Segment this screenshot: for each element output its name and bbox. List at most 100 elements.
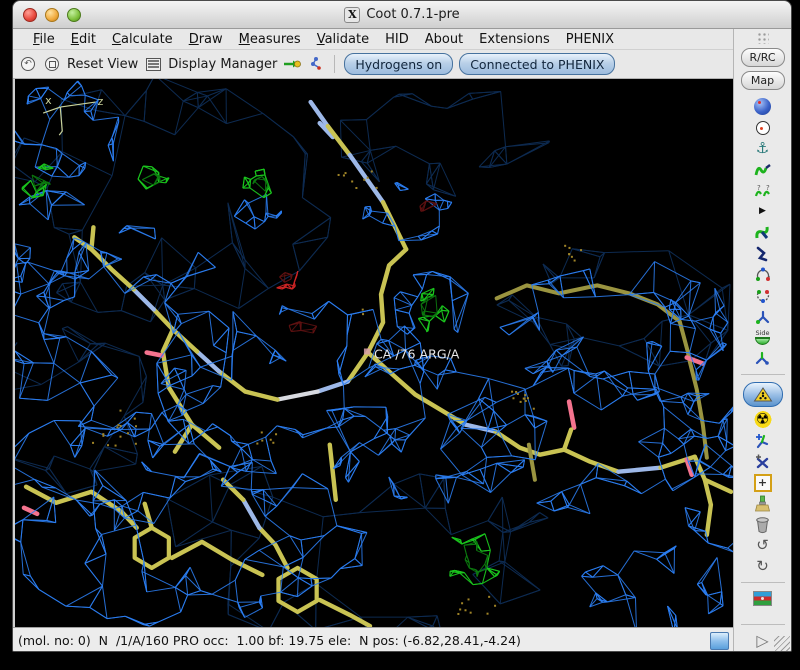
expand-tools-button[interactable]: ▶ <box>751 201 775 222</box>
run-button[interactable]: ▷ <box>751 630 775 651</box>
rrc-button[interactable]: R/RC <box>740 48 785 67</box>
rotate-zone-button[interactable] <box>751 285 775 306</box>
minimize-button[interactable] <box>45 7 59 22</box>
radiation-icon: ☢ <box>755 410 770 428</box>
molecule-icon <box>311 57 322 70</box>
side-180-icon: Side <box>755 330 770 345</box>
menu-file[interactable]: File <box>25 32 63 47</box>
svg-text:?: ? <box>757 184 761 192</box>
coot-window: X Coot 0.7.1-pre File Edit Calculate Dra… <box>12 0 792 652</box>
refine-squiggle-icon <box>754 163 771 175</box>
menu-edit[interactable]: Edit <box>63 32 104 47</box>
add-alt-conf-button[interactable] <box>751 451 775 472</box>
rotate-translate-button[interactable] <box>751 264 775 285</box>
model-tools-stack: ⚓ ? ? ▶ Side ☢ + ↺ ↻ <box>734 96 791 609</box>
map-button[interactable]: Map <box>740 71 785 90</box>
record-dot-icon <box>45 57 59 71</box>
zoom-button[interactable] <box>67 7 81 22</box>
rotamers-button[interactable]: ? ? <box>751 180 775 201</box>
menu-measures[interactable]: Measures <box>231 32 309 47</box>
play-outline-icon: ▷ <box>756 630 769 650</box>
panel-grip-handle[interactable] <box>756 32 769 44</box>
hydrogens-toggle-button[interactable]: Hydrogens on <box>344 53 454 75</box>
x11-icon: X <box>344 6 361 23</box>
mutate-brush-button[interactable] <box>751 493 775 514</box>
undo-button[interactable]: ↺ <box>751 535 775 556</box>
window-resize-grip[interactable] <box>774 636 790 651</box>
axis-x-label: x <box>45 94 52 107</box>
back-view-button[interactable]: ↶ <box>19 55 37 73</box>
flag-button[interactable] <box>751 588 775 609</box>
recenter-icon <box>755 120 770 135</box>
fragments-question-icon: ? ? <box>754 184 770 196</box>
menu-hid[interactable]: HID <box>377 32 417 47</box>
svg-text:?: ? <box>766 184 770 192</box>
right-toolbar-panel: R/RC Map ⚓ ? ? ▶ Side ☢ + ↺ ↻ ▷ <box>733 29 791 651</box>
jed-flip-button[interactable] <box>751 348 775 369</box>
globe-icon <box>754 98 771 115</box>
menu-calculate[interactable]: Calculate <box>104 32 181 47</box>
panel-separator <box>740 582 785 583</box>
auto-fit-rotamer-button[interactable] <box>751 222 775 243</box>
add-alt-conf-icon <box>756 454 769 469</box>
rotate-arrow-icon <box>755 267 770 281</box>
flip-sidechain-button[interactable] <box>751 306 775 327</box>
menu-validate[interactable]: Validate <box>309 32 377 47</box>
add-terminal-residue-button[interactable] <box>751 430 775 451</box>
redo-icon: ↻ <box>756 557 769 575</box>
graphics-canvas[interactable]: x z CA /76 ARG/A <box>13 79 733 627</box>
axis-z-label: z <box>97 95 103 108</box>
traffic-lights <box>23 1 81 28</box>
titlebar[interactable]: X Coot 0.7.1-pre <box>13 1 791 29</box>
panel-bottom-block: ▷ <box>734 619 791 651</box>
menu-extensions[interactable]: Extensions <box>471 32 558 47</box>
display-manager-button[interactable] <box>144 55 162 73</box>
menu-about[interactable]: About <box>417 32 471 47</box>
record-view-button[interactable] <box>43 55 61 73</box>
toolbar: ↶ Reset View Display Manager Hydrogens o… <box>13 50 733 79</box>
reset-view-button[interactable]: Reset View <box>67 57 138 72</box>
flip-molecule-icon <box>755 310 769 324</box>
panel-separator <box>740 374 785 375</box>
toolbar-separator <box>334 55 336 73</box>
add-terminal-icon <box>756 434 769 449</box>
redo-button[interactable]: ↻ <box>751 556 775 577</box>
phenix-connection-button[interactable]: Connected to PHENIX <box>459 53 616 75</box>
close-button[interactable] <box>23 7 37 22</box>
status-text: (mol. no: 0) N /1/A/160 PRO occ: 1.00 bf… <box>18 633 521 648</box>
menu-phenix[interactable]: PHENIX <box>558 32 622 47</box>
rotate-zone-icon <box>756 289 769 303</box>
anchor-button[interactable]: ⚓ <box>751 138 775 159</box>
display-manager-label-button[interactable]: Display Manager <box>168 57 277 72</box>
brush-icon <box>754 495 771 511</box>
chi-zigzag-icon <box>756 246 767 261</box>
recenter-button[interactable] <box>751 117 775 138</box>
statusbar: (mol. no: 0) N /1/A/160 PRO occ: 1.00 bf… <box>13 627 733 651</box>
delete-item-button[interactable] <box>751 514 775 535</box>
statusbar-blue-indicator[interactable] <box>710 631 729 650</box>
anchor-icon: ⚓ <box>755 139 770 157</box>
side-chain-180-button[interactable]: Side <box>751 327 775 348</box>
refinement-mode-button[interactable] <box>742 382 783 407</box>
window-title-wrap: X Coot 0.7.1-pre <box>344 6 460 23</box>
trash-icon <box>756 516 769 533</box>
atom-label: CA /76 ARG/A <box>374 347 460 362</box>
back-arrow-icon: ↶ <box>21 57 35 71</box>
panel-separator <box>740 624 785 625</box>
go-to-ligand-button[interactable] <box>283 55 302 73</box>
plus-box-icon: + <box>753 473 772 492</box>
green-arrow-icon <box>284 60 302 68</box>
undo-icon: ↺ <box>756 536 769 554</box>
menu-draw[interactable]: Draw <box>181 32 231 47</box>
real-space-refine-button[interactable] <box>751 159 775 180</box>
scene-svg: x z CA /76 ARG/A <box>15 79 733 627</box>
hazard-triangle-icon <box>753 387 772 402</box>
window-title: Coot 0.7.1-pre <box>366 7 460 22</box>
molecule-picker-button[interactable] <box>307 55 325 73</box>
flag-icon <box>753 591 772 606</box>
radiation-button[interactable]: ☢ <box>750 409 775 430</box>
menubar: File Edit Calculate Draw Measures Valida… <box>13 29 733 50</box>
add-residue-button[interactable]: + <box>751 472 775 493</box>
view-sphere-button[interactable] <box>751 96 775 117</box>
edit-chi-angles-button[interactable] <box>751 243 775 264</box>
